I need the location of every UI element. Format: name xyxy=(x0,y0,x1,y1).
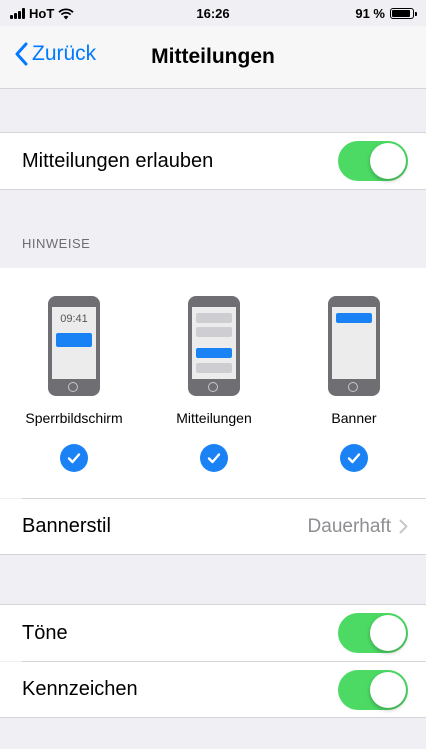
notification-preview xyxy=(336,313,372,323)
battery-icon xyxy=(390,8,417,19)
notification-center-phone-icon xyxy=(188,296,240,396)
checkmark-icon xyxy=(60,444,88,472)
toggle-knob xyxy=(370,671,406,708)
battery-percent: 91 % xyxy=(355,6,385,21)
allow-notifications-label: Mitteilungen erlauben xyxy=(22,149,214,172)
page-title: Mitteilungen xyxy=(151,45,275,68)
notification-preview xyxy=(56,333,92,347)
allow-notifications-toggle[interactable] xyxy=(338,141,408,181)
banner-style-label: Bannerstil xyxy=(22,515,111,537)
option-banner[interactable]: Banner xyxy=(284,268,424,472)
badges-toggle[interactable] xyxy=(338,669,408,710)
status-bar: HoT 16:26 91 % xyxy=(0,0,426,26)
option-label: Mitteilungen xyxy=(176,410,252,426)
option-label: Banner xyxy=(331,410,377,426)
sounds-toggle[interactable] xyxy=(338,613,408,653)
toggle-knob xyxy=(370,615,406,651)
option-lock-screen[interactable]: 09:41 Sperrbildschirm xyxy=(4,268,144,472)
status-right: 91 % xyxy=(355,6,417,21)
banner-style-row[interactable]: Bannerstil Dauerhaft xyxy=(0,499,426,555)
badges-label: Kennzeichen xyxy=(22,678,138,700)
banner-style-value: Dauerhaft xyxy=(307,515,391,537)
option-notification-center[interactable]: Mitteilungen xyxy=(144,268,284,472)
toggle-knob xyxy=(370,143,406,179)
lock-screen-clock: 09:41 xyxy=(60,313,88,325)
checkmark-icon xyxy=(200,444,228,472)
option-label: Sperrbildschirm xyxy=(25,410,123,426)
notification-preview xyxy=(196,348,232,358)
section-header-hints: HINWEISE xyxy=(22,236,91,251)
sounds-row: Töne xyxy=(0,604,426,661)
sounds-label: Töne xyxy=(22,621,68,644)
alert-style-picker: 09:41 Sperrbildschirm Mitteilungen Banne… xyxy=(0,268,426,499)
banner-phone-icon xyxy=(328,296,380,396)
badges-row: Kennzeichen xyxy=(0,662,426,718)
chevron-right-icon xyxy=(399,519,408,534)
lock-screen-phone-icon: 09:41 xyxy=(48,296,100,396)
divider xyxy=(22,661,426,662)
checkmark-icon xyxy=(340,444,368,472)
allow-notifications-row: Mitteilungen erlauben xyxy=(0,132,426,190)
navigation-bar: Zurück Mitteilungen xyxy=(0,26,426,89)
